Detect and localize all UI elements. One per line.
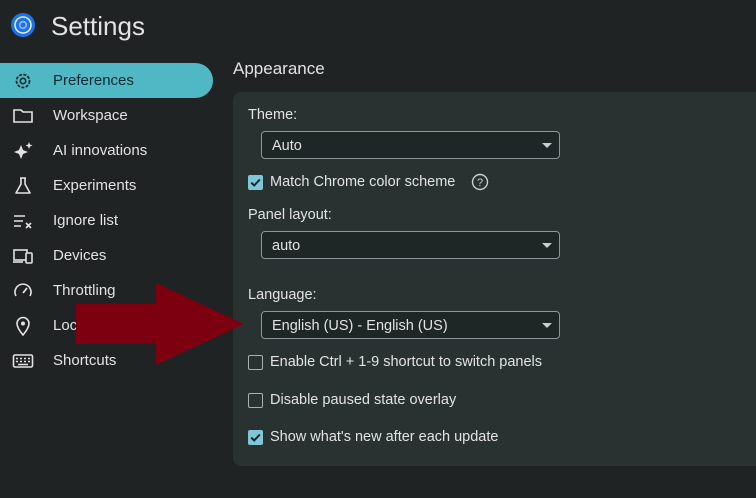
- chevron-down-icon: [542, 243, 552, 248]
- gear-icon: [15, 73, 31, 89]
- panel-layout-label: Panel layout:: [248, 207, 332, 223]
- ignore-list-icon: [14, 215, 32, 229]
- panel-layout-select-value: auto: [272, 238, 301, 254]
- annotation-arrow-icon: [76, 283, 244, 365]
- page-title: Settings: [51, 11, 145, 41]
- theme-label: Theme:: [248, 107, 298, 123]
- folder-icon: [13, 109, 33, 123]
- sidebar-item-experiments[interactable]: Experiments: [0, 168, 213, 203]
- sidebar-item-label: Ignore list: [53, 212, 119, 229]
- checkmark-icon: [250, 433, 261, 442]
- appearance-heading: Appearance: [233, 59, 325, 78]
- keyboard-icon: [12, 354, 34, 368]
- title-bar: Settings: [0, 0, 756, 52]
- theme-select[interactable]: Auto: [261, 131, 560, 159]
- paused-overlay-label: Disable paused state overlay: [270, 392, 457, 408]
- theme-select-value: Auto: [272, 138, 302, 154]
- ctrl-shortcut-label: Enable Ctrl + 1-9 shortcut to switch pan…: [270, 354, 543, 370]
- panel-layout-select[interactable]: auto: [261, 231, 560, 259]
- sidebar-item-label: Workspace: [53, 107, 128, 124]
- location-pin-icon: [16, 316, 30, 337]
- sidebar-item-label: AI innovations: [53, 142, 148, 159]
- sparkle-icon: [14, 142, 33, 159]
- paused-overlay-checkbox[interactable]: [248, 393, 263, 408]
- help-icon[interactable]: ?: [471, 173, 489, 191]
- whats-new-checkbox[interactable]: [248, 430, 263, 445]
- checkmark-icon: [250, 178, 261, 187]
- whats-new-label: Show what's new after each update: [270, 429, 499, 445]
- sidebar-item-ai-innovations[interactable]: AI innovations: [0, 133, 213, 168]
- sidebar-item-devices[interactable]: Devices: [0, 238, 213, 273]
- match-chrome-label: Match Chrome color scheme: [270, 174, 456, 190]
- chevron-down-icon: [542, 323, 552, 328]
- sidebar-item-label: Devices: [53, 247, 107, 264]
- sidebar-item-label: Preferences: [53, 72, 134, 89]
- flask-icon: [15, 177, 31, 194]
- sidebar-item-preferences[interactable]: Preferences: [0, 63, 213, 98]
- sidebar-item-workspace[interactable]: Workspace: [0, 98, 213, 133]
- speedometer-icon: [14, 283, 32, 297]
- language-select-value: English (US) - English (US): [272, 318, 448, 334]
- chrome-devtools-icon: [11, 13, 35, 37]
- chevron-down-icon: [542, 143, 552, 148]
- match-chrome-checkbox[interactable]: [248, 175, 263, 190]
- language-label: Language:: [248, 287, 317, 303]
- language-select[interactable]: English (US) - English (US): [261, 311, 560, 339]
- svg-text:?: ?: [477, 177, 483, 189]
- sidebar-item-ignore-list[interactable]: Ignore list: [0, 203, 213, 238]
- devices-icon: [13, 249, 33, 264]
- ctrl-shortcut-checkbox[interactable]: [248, 355, 263, 370]
- sidebar-item-label: Experiments: [53, 177, 137, 194]
